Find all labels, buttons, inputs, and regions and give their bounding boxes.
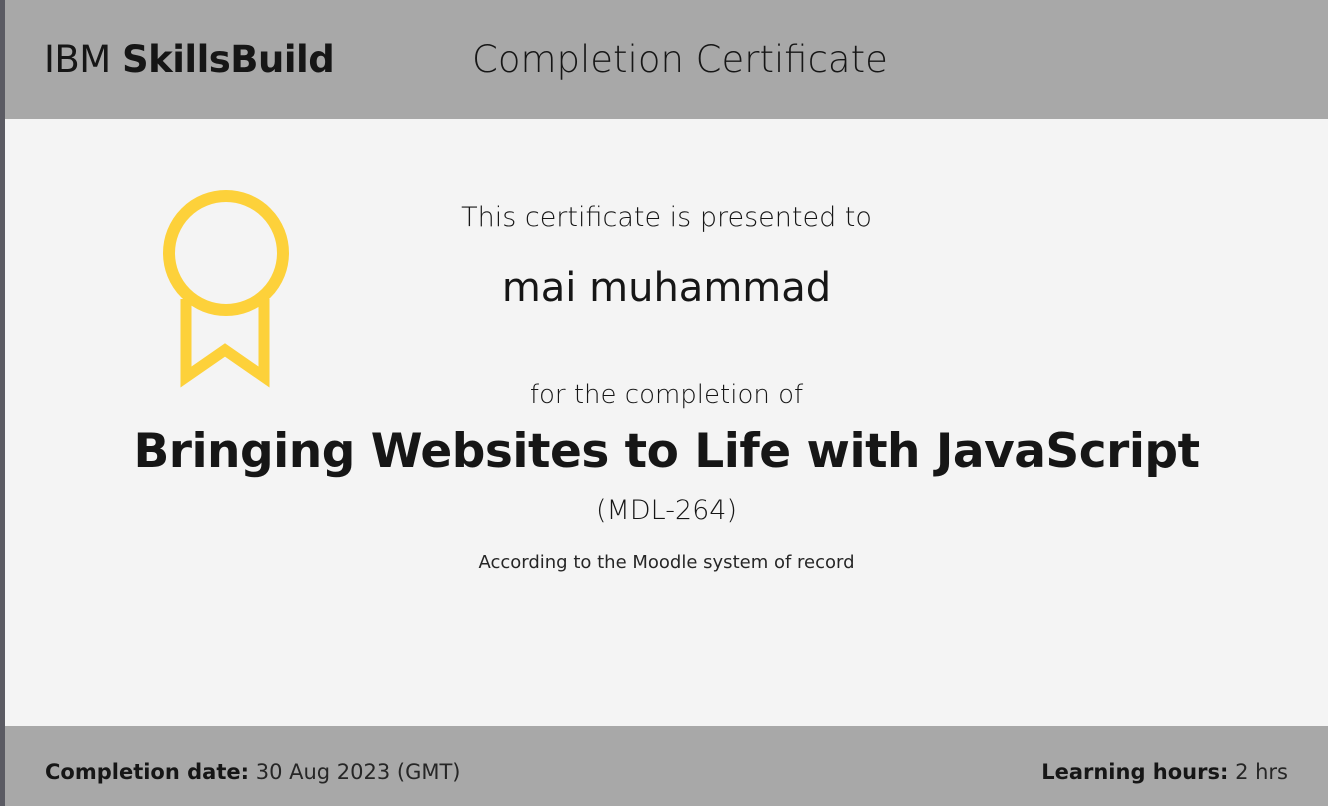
completion-of-text: for the completion of (529, 380, 804, 410)
certificate-card: IBM SkillsBuild Completion Certificate T… (5, 0, 1328, 806)
record-note: According to the Moodle system of record (478, 552, 855, 573)
course-code: (MDL-264) (596, 495, 737, 526)
learning-hours: Learning hours: 2 hrs (1041, 757, 1288, 787)
completion-date: Completion date: 30 Aug 2023 (GMT) (45, 757, 461, 787)
brand-name: SkillsBuild (121, 38, 335, 81)
completion-date-value: 30 Aug 2023 (GMT) (255, 760, 461, 784)
recipient-name: mai muhammad (501, 265, 832, 311)
brand-prefix: IBM (44, 38, 111, 81)
certificate-header: IBM SkillsBuild Completion Certificate (5, 0, 1328, 119)
certificate-title: Completion Certificate (472, 38, 888, 81)
certificate-footer: Completion date: 30 Aug 2023 (GMT) Learn… (5, 726, 1328, 806)
learning-hours-value: 2 hrs (1235, 760, 1288, 784)
presented-to-text: This certificate is presented to (461, 202, 872, 233)
completion-date-label: Completion date: (45, 760, 250, 784)
learning-hours-label: Learning hours: (1041, 760, 1229, 784)
brand-logo: IBM SkillsBuild (44, 38, 335, 82)
course-title: Bringing Websites to Life with JavaScrip… (133, 424, 1200, 479)
